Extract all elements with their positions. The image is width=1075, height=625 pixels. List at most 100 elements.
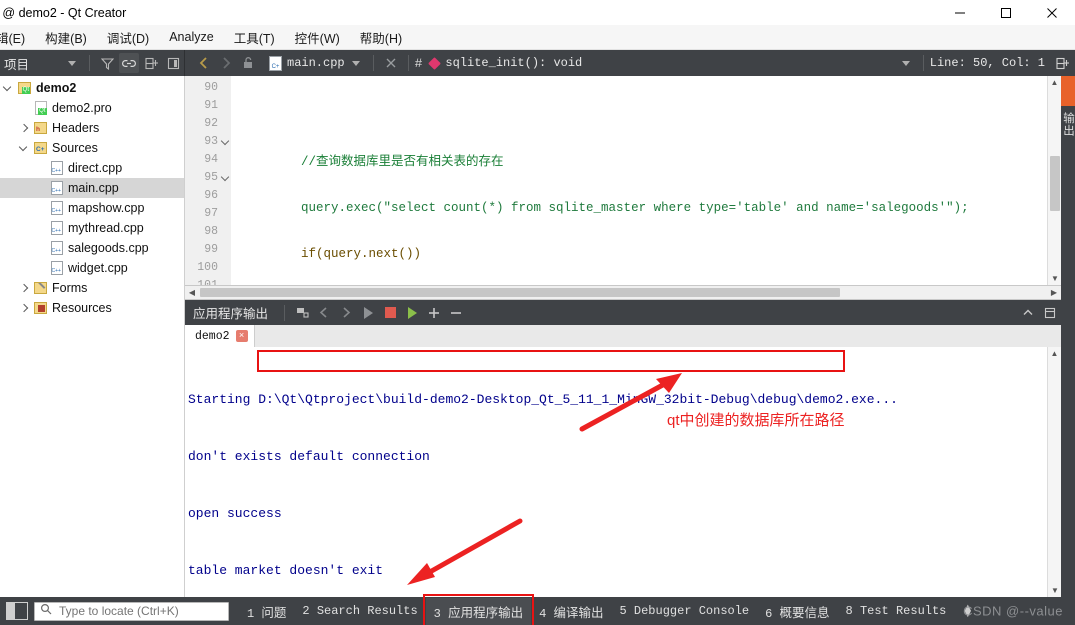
- next-item-icon[interactable]: [335, 302, 357, 324]
- run-icon[interactable]: [357, 302, 379, 324]
- close-document-icon[interactable]: [381, 53, 401, 73]
- maximize-pane-icon[interactable]: [1017, 302, 1039, 324]
- expander-icon[interactable]: [16, 284, 32, 293]
- go-forward-icon[interactable]: [216, 53, 236, 73]
- close-button[interactable]: [1029, 0, 1075, 25]
- scroll-down-icon[interactable]: ▼: [1048, 272, 1061, 285]
- output-pane-header: 应用程序输出: [185, 300, 1061, 325]
- symbol-dropdown-icon[interactable]: [896, 53, 916, 73]
- tree-item-label: Resources: [52, 301, 112, 315]
- chevron-down-icon[interactable]: [62, 53, 82, 73]
- close-icon[interactable]: ×: [235, 330, 248, 342]
- split-add-icon[interactable]: [141, 53, 161, 73]
- view-selector-group: 项目: [0, 50, 185, 76]
- current-symbol-label[interactable]: sqlite_init(): void: [445, 56, 582, 70]
- scroll-left-icon[interactable]: ◀: [185, 288, 199, 297]
- tree-item-direct-cpp[interactable]: direct.cpp: [0, 158, 184, 178]
- document-dropdown-icon[interactable]: [346, 53, 366, 73]
- scrollbar-track[interactable]: [199, 287, 1047, 298]
- scroll-up-icon[interactable]: ▲: [1048, 76, 1061, 89]
- pro-file-icon: [32, 101, 49, 115]
- editor-horizontal-scrollbar[interactable]: ◀ ▶: [185, 286, 1061, 300]
- scroll-up-icon[interactable]: ▲: [1048, 347, 1061, 360]
- resources-folder-icon: [32, 302, 49, 314]
- link-icon[interactable]: [119, 53, 139, 73]
- tree-item-mythread-cpp[interactable]: mythread.cpp: [0, 218, 184, 238]
- scrollbar-thumb[interactable]: [200, 288, 840, 297]
- toggle-sidebar-icon[interactable]: [6, 602, 28, 620]
- tree-item-salegoods-cpp[interactable]: salegoods.cpp: [0, 238, 184, 258]
- expander-icon[interactable]: [16, 304, 32, 313]
- minimize-button[interactable]: [937, 0, 983, 25]
- editor-vertical-scrollbar[interactable]: ▲ ▼: [1047, 76, 1061, 285]
- tree-item-widget-cpp[interactable]: widget.cpp: [0, 258, 184, 278]
- split-editor-icon[interactable]: [1054, 53, 1074, 73]
- locator-input[interactable]: [34, 601, 229, 621]
- fold-marker-icon[interactable]: [221, 173, 230, 182]
- locator-field[interactable]: [57, 603, 217, 619]
- open-document-selector[interactable]: C+ main.cpp: [269, 55, 345, 71]
- menu-edit[interactable]: 辑(E): [0, 25, 35, 50]
- view-selector-label[interactable]: 项目: [4, 54, 61, 73]
- line-col-indicator[interactable]: Line: 50, Col: 1: [930, 56, 1053, 70]
- tree-item-main-cpp[interactable]: main.cpp: [0, 178, 184, 198]
- output-tab-demo2[interactable]: demo2 ×: [185, 325, 255, 347]
- line-number: 91: [204, 99, 218, 112]
- zoom-in-icon[interactable]: [423, 302, 445, 324]
- output-vertical-scrollbar[interactable]: ▲ ▼: [1047, 347, 1061, 597]
- expander-icon[interactable]: [16, 124, 32, 133]
- go-back-icon[interactable]: [194, 53, 214, 73]
- function-symbol-icon: [428, 56, 442, 70]
- filter-icon[interactable]: [97, 53, 117, 73]
- tree-item-forms[interactable]: Forms: [0, 278, 184, 298]
- scroll-down-icon[interactable]: ▼: [1048, 584, 1061, 597]
- zoom-out-icon[interactable]: [445, 302, 467, 324]
- status-bar: 1 问题 2 Search Results 3 应用程序输出 4 编译输出 5 …: [0, 593, 1075, 625]
- tree-item-resources[interactable]: Resources: [0, 298, 184, 318]
- tree-item-label: Forms: [52, 281, 88, 295]
- right-sidebar-strip[interactable]: 输出: [1061, 76, 1075, 597]
- status-tab-search-results[interactable]: 2 Search Results: [294, 600, 425, 622]
- cpp-file-icon: [48, 201, 65, 215]
- output-line: table market doesn't exit: [188, 563, 384, 578]
- maximize-button[interactable]: [983, 0, 1029, 25]
- expander-icon[interactable]: [0, 84, 16, 93]
- tree-item-label: demo2.pro: [52, 101, 112, 115]
- status-tab-issues[interactable]: 1 问题: [239, 598, 294, 625]
- status-tab-test-results[interactable]: 8 Test Results: [838, 600, 955, 622]
- clear-output-icon[interactable]: [291, 302, 313, 324]
- project-tree[interactable]: demo2 demo2.pro h Headers C+ Sources dir…: [0, 76, 185, 597]
- scroll-right-icon[interactable]: ▶: [1047, 288, 1061, 297]
- status-tab-debugger-console[interactable]: 5 Debugger Console: [612, 600, 758, 622]
- output-lines: Starting D:\Qt\Qtproject\build-demo2-Des…: [185, 347, 1047, 597]
- sidebar-icon[interactable]: [163, 53, 183, 73]
- menu-help[interactable]: 帮助(H): [350, 25, 412, 50]
- scrollbar-thumb[interactable]: [1050, 156, 1060, 211]
- menu-analyze[interactable]: Analyze: [159, 27, 223, 47]
- code-text[interactable]: //查询数据库里是否有相关表的存在 query.exec("select cou…: [231, 76, 1047, 285]
- restore-pane-icon[interactable]: [1039, 302, 1061, 324]
- output-text-area[interactable]: Starting D:\Qt\Qtproject\build-demo2-Des…: [185, 347, 1061, 597]
- stop-icon[interactable]: [379, 302, 401, 324]
- menu-build[interactable]: 构建(B): [35, 25, 97, 50]
- status-tab-general-messages[interactable]: 6 概要信息: [757, 598, 837, 625]
- prev-item-icon[interactable]: [313, 302, 335, 324]
- code-editor[interactable]: 90 91 92 93 94 95 96 97 98 99 100 101 //…: [185, 76, 1061, 286]
- tree-item-mapshow-cpp[interactable]: mapshow.cpp: [0, 198, 184, 218]
- status-tab-application-output[interactable]: 3 应用程序输出: [425, 597, 532, 625]
- tree-item-demo2[interactable]: demo2: [0, 78, 184, 98]
- status-tab-compile-output[interactable]: 4 编译输出: [531, 598, 611, 625]
- run-debug-icon[interactable]: [401, 302, 423, 324]
- expander-icon[interactable]: [16, 144, 32, 153]
- menu-widgets[interactable]: 控件(W): [285, 25, 350, 50]
- tree-item-demo2-pro[interactable]: demo2.pro: [0, 98, 184, 118]
- menu-tools[interactable]: 工具(T): [224, 25, 285, 50]
- menu-debug[interactable]: 调试(D): [97, 25, 159, 50]
- window-title: p @ demo2 - Qt Creator: [0, 5, 127, 20]
- tree-item-sources[interactable]: C+ Sources: [0, 138, 184, 158]
- lock-icon[interactable]: [238, 53, 258, 73]
- strip-label[interactable]: 输出: [1061, 106, 1075, 137]
- tree-item-headers[interactable]: h Headers: [0, 118, 184, 138]
- fold-marker-icon[interactable]: [221, 137, 230, 146]
